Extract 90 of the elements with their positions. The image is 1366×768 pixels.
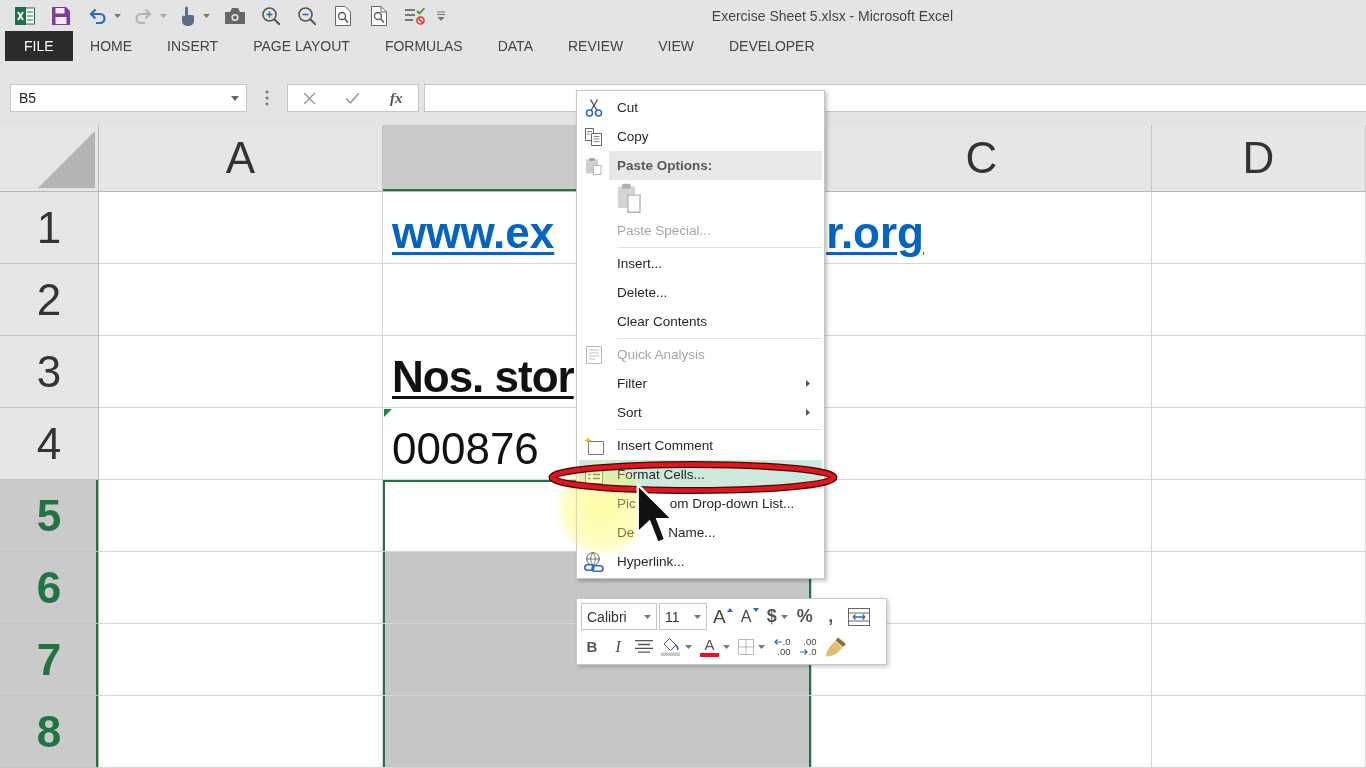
right-arrow-icon bbox=[799, 648, 808, 655]
currency-button[interactable]: $ bbox=[764, 604, 790, 629]
insert-function-button[interactable]: fx bbox=[390, 89, 403, 107]
grip-dots-icon[interactable] bbox=[265, 90, 269, 106]
merge-center-icon bbox=[847, 607, 870, 626]
row-header[interactable]: 1 bbox=[0, 192, 99, 264]
comma-style-button[interactable]: , bbox=[819, 604, 842, 629]
hand-pointer-icon[interactable] bbox=[181, 5, 195, 26]
ribbon-tab[interactable]: INSERT bbox=[149, 31, 236, 61]
caret-icon[interactable] bbox=[644, 614, 651, 619]
checkmark-icon[interactable] bbox=[345, 92, 361, 104]
menu-item[interactable]: Insert Comment bbox=[579, 431, 822, 460]
menu-item[interactable]: De Name... bbox=[579, 518, 822, 547]
triangle-icon bbox=[38, 131, 95, 188]
camera-icon[interactable] bbox=[225, 7, 245, 24]
caret-icon[interactable] bbox=[685, 644, 692, 649]
document-lines-icon bbox=[586, 345, 602, 364]
color-bar-icon bbox=[700, 652, 719, 657]
cancel-icon[interactable] bbox=[303, 91, 317, 105]
customize-caret-icon[interactable] bbox=[437, 10, 445, 21]
menu-item[interactable]: Filter bbox=[579, 369, 822, 398]
row-header[interactable]: 2 bbox=[0, 264, 99, 336]
ribbon-tab[interactable]: DEVELOPER bbox=[711, 31, 833, 61]
paintbrush-icon bbox=[825, 636, 847, 657]
ribbon-tab[interactable]: REVIEW bbox=[550, 31, 641, 61]
ribbon-tab[interactable]: HOME bbox=[72, 31, 150, 61]
checklist-icon[interactable] bbox=[405, 6, 425, 25]
percent-button[interactable]: % bbox=[793, 604, 816, 629]
column-header[interactable]: D bbox=[1152, 125, 1366, 192]
menu-item[interactable]: Delete... bbox=[579, 278, 822, 307]
grow-font-button[interactable]: A bbox=[711, 604, 735, 629]
row-header[interactable]: 8 bbox=[0, 696, 99, 768]
column-header[interactable]: A bbox=[99, 125, 383, 192]
hyperlink-text[interactable]: www.ex bbox=[392, 208, 555, 258]
globe-link-icon bbox=[584, 551, 604, 572]
menu-item[interactable]: Insert... bbox=[579, 249, 822, 278]
caret-icon[interactable] bbox=[231, 95, 239, 101]
font-color-button[interactable]: A bbox=[698, 634, 732, 659]
app-logo-icon[interactable] bbox=[15, 6, 35, 25]
save-icon[interactable] bbox=[52, 6, 70, 25]
menu-item[interactable]: Sort bbox=[579, 398, 822, 427]
ribbon-tab[interactable]: DATA bbox=[480, 31, 551, 61]
bold-button[interactable]: B bbox=[581, 634, 603, 659]
up-triangle-icon bbox=[726, 608, 733, 612]
note-icon bbox=[584, 436, 604, 455]
undo-icon[interactable] bbox=[89, 7, 106, 24]
file-tab[interactable]: FILE bbox=[5, 31, 73, 61]
italic-button[interactable]: I bbox=[607, 634, 629, 659]
page-magnifier-icon[interactable] bbox=[335, 5, 351, 26]
clipboard-icon bbox=[585, 156, 603, 175]
menu-item[interactable]: Cut bbox=[579, 93, 822, 122]
caret-icon[interactable] bbox=[758, 644, 765, 649]
zoom-out-icon[interactable] bbox=[298, 6, 316, 25]
caret-icon[interactable] bbox=[780, 614, 788, 619]
menu-section-header: Paste Options: bbox=[609, 151, 822, 180]
font-name-combobox[interactable]: Calibri bbox=[581, 603, 657, 630]
caret-icon[interactable] bbox=[694, 614, 701, 619]
caret-icon[interactable] bbox=[723, 644, 730, 649]
shrink-font-button[interactable]: A bbox=[738, 604, 761, 629]
font-size-combobox[interactable]: 11 bbox=[659, 603, 707, 630]
cell-text: 000876 bbox=[392, 424, 539, 474]
scissors-icon bbox=[585, 98, 603, 117]
submenu-arrow-icon bbox=[806, 380, 810, 387]
menu-item[interactable]: Hyperlink... bbox=[579, 547, 822, 576]
window-title: Exercise Sheet 5.xlsx - Microsoft Excel bbox=[711, 7, 953, 24]
left-arrow-icon bbox=[773, 638, 782, 645]
increase-decimal-button[interactable]: .0 .00 bbox=[771, 634, 793, 659]
copy-icon bbox=[585, 127, 603, 146]
ribbon-tab[interactable]: PAGE LAYOUT bbox=[235, 31, 368, 61]
decrease-decimal-button[interactable]: .00 .0 bbox=[797, 634, 819, 659]
row-header[interactable]: 3 bbox=[0, 336, 99, 408]
row-header[interactable]: 7 bbox=[0, 624, 99, 696]
hyperlink-text[interactable]: r.org bbox=[826, 208, 924, 258]
row-header[interactable]: 6 bbox=[0, 552, 99, 624]
ribbon-tab[interactable]: VIEW bbox=[640, 31, 712, 61]
page-magnifier-icon[interactable] bbox=[371, 5, 387, 26]
cell-text: Nos. stor bbox=[392, 352, 574, 402]
paint-bucket-icon bbox=[661, 637, 681, 656]
row-header[interactable]: 5 bbox=[0, 480, 99, 552]
submenu-arrow-icon bbox=[806, 409, 810, 416]
zoom-in-icon[interactable] bbox=[262, 6, 280, 25]
borders-icon bbox=[738, 638, 754, 655]
menu-item[interactable]: Clear Contents bbox=[579, 307, 822, 336]
name-box[interactable]: B5 bbox=[10, 84, 247, 112]
row-header[interactable]: 4 bbox=[0, 408, 99, 480]
down-triangle-icon bbox=[752, 608, 759, 612]
caret-icon[interactable] bbox=[114, 13, 121, 18]
ribbon-tab[interactable]: FORMULAS bbox=[367, 31, 481, 61]
caret-icon[interactable] bbox=[203, 13, 210, 18]
align-center-icon bbox=[635, 640, 653, 653]
